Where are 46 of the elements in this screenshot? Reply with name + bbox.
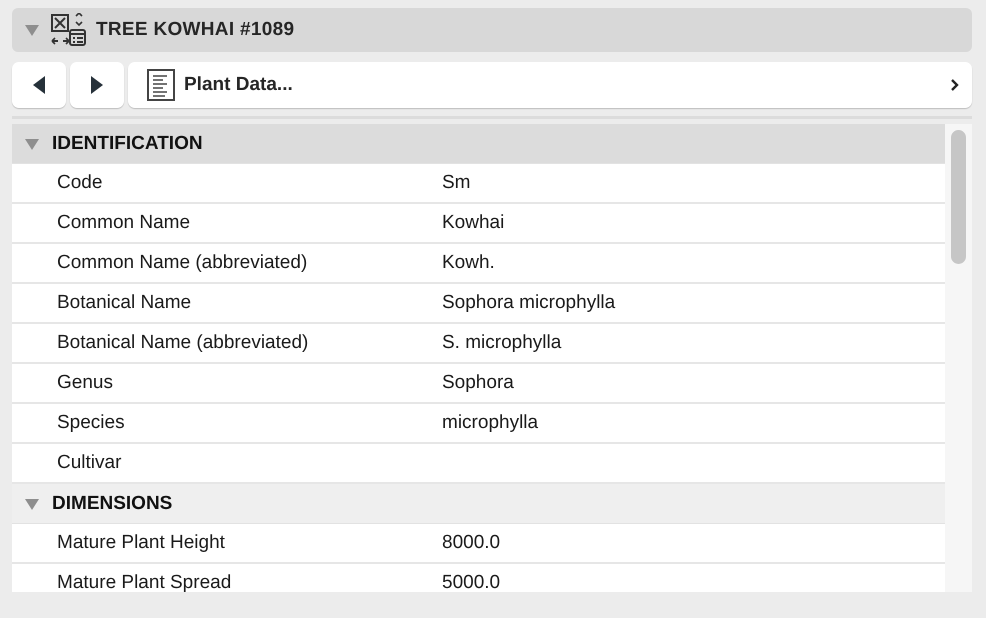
property-label: Code: [56, 172, 104, 194]
property-row[interactable]: Genus Sophora: [12, 364, 945, 404]
property-row[interactable]: Species microphylla: [12, 404, 945, 444]
scrollbar[interactable]: [945, 124, 972, 592]
property-row[interactable]: Common Name (abbreviated) Kowh.: [12, 244, 945, 284]
property-value: Sm: [442, 172, 470, 194]
disclosure-triangle-icon[interactable]: [24, 496, 40, 510]
property-value: microphylla: [442, 412, 538, 434]
property-row[interactable]: Mature Plant Spread 5000.0: [12, 564, 945, 592]
property-label: Mature Plant Spread: [56, 572, 232, 592]
chevron-right-icon: [950, 78, 960, 92]
property-value: 5000.0: [442, 572, 500, 592]
section-title: DIMENSIONS: [52, 492, 172, 514]
section-title: IDENTIFICATION: [52, 132, 203, 154]
property-value: Sophora microphylla: [442, 292, 616, 314]
property-value: 8000.0: [442, 532, 500, 554]
property-row[interactable]: Code Sm: [12, 164, 945, 204]
panel-selector[interactable]: Plant Data...: [128, 62, 972, 108]
property-label: Common Name (abbreviated): [56, 252, 308, 274]
property-value: S. microphylla: [442, 332, 562, 354]
property-row[interactable]: Botanical Name Sophora microphylla: [12, 284, 945, 324]
section-header[interactable]: IDENTIFICATION: [12, 124, 945, 164]
property-label: Cultivar: [56, 452, 122, 474]
property-value: Sophora: [442, 372, 514, 394]
property-label: Mature Plant Height: [56, 532, 226, 554]
next-button[interactable]: [70, 62, 124, 108]
property-label: Botanical Name: [56, 292, 192, 314]
property-row[interactable]: Botanical Name (abbreviated) S. microphylla: [12, 324, 945, 364]
disclosure-triangle-icon[interactable]: [24, 23, 40, 37]
scrollbar-thumb[interactable]: [951, 130, 966, 264]
property-row[interactable]: Cultivar: [12, 444, 945, 484]
property-row[interactable]: Mature Plant Height 8000.0: [12, 524, 945, 564]
triangle-left-icon: [32, 75, 46, 95]
property-value: Kowhai: [442, 212, 504, 234]
settings-panel-icon: [50, 13, 86, 47]
disclosure-triangle-icon[interactable]: [24, 136, 40, 150]
document-icon: [146, 68, 176, 102]
property-label: Genus: [56, 372, 114, 394]
property-label: Common Name: [56, 212, 192, 234]
property-label: Botanical Name (abbreviated): [56, 332, 310, 354]
previous-button[interactable]: [12, 62, 66, 108]
property-label: Species: [56, 412, 126, 434]
triangle-right-icon: [90, 75, 104, 95]
panel-title: TREE KOWHAI #1089: [96, 19, 294, 41]
property-value: Kowh.: [442, 252, 495, 274]
property-row[interactable]: Common Name Kowhai: [12, 204, 945, 244]
